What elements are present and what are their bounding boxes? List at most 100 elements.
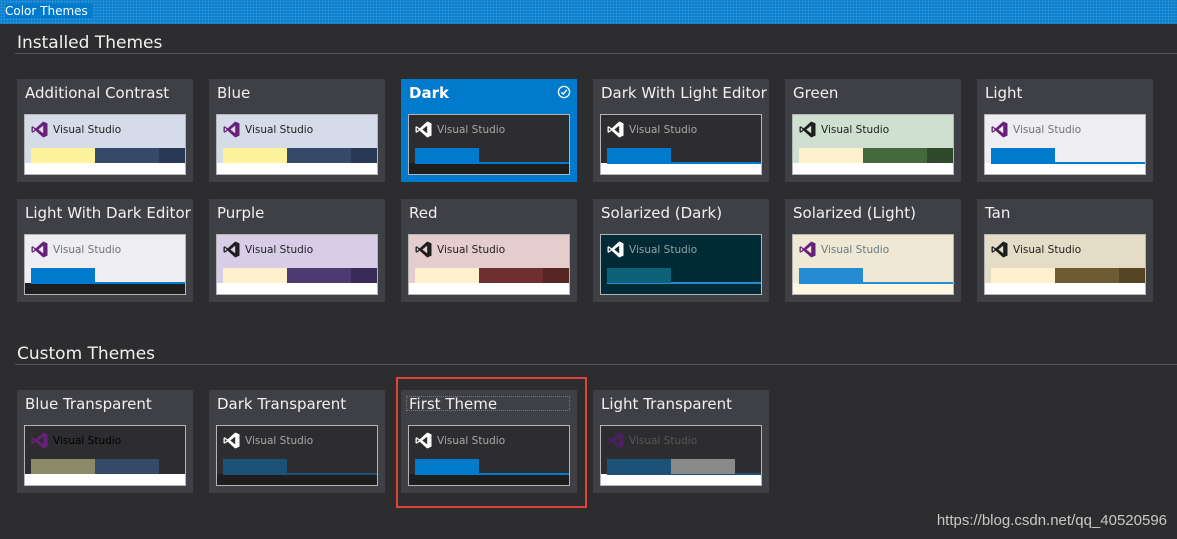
focus-rectangle <box>406 396 570 411</box>
preview-tab-strip <box>927 148 953 163</box>
preview-label: Visual Studio <box>821 244 890 256</box>
preview-tab-active <box>31 148 95 163</box>
preview-tab-inactive <box>863 148 927 163</box>
preview-editor-area <box>793 163 953 174</box>
theme-card-label: Blue Transparent <box>25 395 152 413</box>
preview-editor-area <box>217 474 377 485</box>
theme-card-label: Purple <box>217 204 265 222</box>
preview-label: Visual Studio <box>629 435 698 447</box>
theme-card-solarized-light[interactable]: Solarized (Light) Visual Studio <box>785 199 961 302</box>
preview-tab-inactive <box>95 148 159 163</box>
preview-tab-inactive <box>95 459 159 474</box>
visual-studio-logo-icon <box>415 121 432 138</box>
theme-card-label: Light With Dark Editor <box>25 204 191 222</box>
preview-editor-area <box>409 283 569 294</box>
visual-studio-logo-icon <box>31 432 48 449</box>
theme-preview: Visual Studio <box>984 114 1146 175</box>
theme-card-dark-transparent[interactable]: Dark Transparent Visual Studio <box>209 390 385 493</box>
preview-label: Visual Studio <box>53 435 122 447</box>
theme-preview: Visual Studio <box>984 234 1146 295</box>
preview-tab-active <box>607 268 671 283</box>
visual-studio-logo-icon <box>607 121 624 138</box>
preview-editor-area <box>985 163 1145 174</box>
window-title: Color Themes <box>5 4 92 18</box>
preview-tab-inactive <box>1055 268 1119 283</box>
preview-tab-active <box>799 268 863 283</box>
preview-label: Visual Studio <box>245 244 314 256</box>
theme-card-light-with-dark-editor[interactable]: Light With Dark Editor Visual Studio <box>17 199 193 302</box>
theme-card-purple[interactable]: Purple Visual Studio <box>209 199 385 302</box>
theme-card-light[interactable]: Light Visual Studio <box>977 79 1153 182</box>
visual-studio-logo-icon <box>223 121 240 138</box>
theme-preview: Visual Studio <box>216 114 378 175</box>
preview-tab-inactive <box>287 148 351 163</box>
preview-editor-area <box>25 474 185 485</box>
visual-studio-logo-icon <box>799 241 816 258</box>
theme-card-label: Green <box>793 84 839 102</box>
installed-themes-header: Installed Themes <box>17 33 163 53</box>
theme-preview: Visual Studio <box>600 425 762 486</box>
preview-tab-active <box>991 268 1055 283</box>
theme-card-additional-contrast[interactable]: Additional Contrast Visual Studio <box>17 79 193 182</box>
preview-tab-strip <box>159 148 185 163</box>
theme-card-blue-transparent[interactable]: Blue Transparent Visual Studio <box>17 390 193 493</box>
preview-editor-area <box>793 283 953 294</box>
preview-editor-area <box>985 283 1145 294</box>
visual-studio-logo-icon <box>223 241 240 258</box>
theme-preview: Visual Studio <box>216 234 378 295</box>
theme-card-label: Solarized (Light) <box>793 204 916 222</box>
theme-preview: Visual Studio <box>408 114 570 175</box>
theme-card-label: Red <box>409 204 438 222</box>
preview-tab-active <box>223 148 287 163</box>
preview-tab-inactive <box>671 459 735 474</box>
preview-editor-area <box>601 283 761 294</box>
preview-label: Visual Studio <box>53 244 122 256</box>
theme-card-label: Light <box>985 84 1023 102</box>
preview-tab-active <box>799 148 863 163</box>
preview-tab-active <box>415 268 479 283</box>
visual-studio-logo-icon <box>991 241 1008 258</box>
theme-preview: Visual Studio <box>792 114 954 175</box>
custom-themes-divider <box>15 364 1177 365</box>
preview-tab-strip <box>351 148 377 163</box>
preview-tab-strip <box>351 268 377 283</box>
theme-card-dark-with-light-editor[interactable]: Dark With Light Editor Visual Studio <box>593 79 769 182</box>
theme-card-light-transparent[interactable]: Light Transparent Visual Studio <box>593 390 769 493</box>
preview-editor-area <box>601 163 761 174</box>
theme-card-red[interactable]: Red Visual Studio <box>401 199 577 302</box>
theme-card-tan[interactable]: Tan Visual Studio <box>977 199 1153 302</box>
visual-studio-logo-icon <box>223 432 240 449</box>
theme-card-blue[interactable]: Blue Visual Studio <box>209 79 385 182</box>
preview-editor-area <box>217 283 377 294</box>
installed-themes-divider <box>15 53 1177 54</box>
preview-tab-active <box>223 459 287 474</box>
theme-preview: Visual Studio <box>24 114 186 175</box>
theme-card-label: Light Transparent <box>601 395 733 413</box>
preview-label: Visual Studio <box>245 124 314 136</box>
preview-tab-inactive <box>287 268 351 283</box>
preview-tab-strip <box>1119 268 1145 283</box>
preview-tab-active <box>607 148 671 163</box>
theme-preview: Visual Studio <box>600 114 762 175</box>
visual-studio-logo-icon <box>799 121 816 138</box>
theme-card-label: Solarized (Dark) <box>601 204 723 222</box>
theme-card-label: Blue <box>217 84 251 102</box>
visual-studio-logo-icon <box>607 241 624 258</box>
theme-card-dark[interactable]: Dark Visual Studio <box>401 79 577 182</box>
preview-editor-area <box>217 163 377 174</box>
preview-tab-active <box>31 459 95 474</box>
preview-tab-inactive <box>479 268 543 283</box>
preview-label: Visual Studio <box>1013 124 1082 136</box>
visual-studio-logo-icon <box>415 241 432 258</box>
preview-tab-active <box>415 148 479 163</box>
preview-label: Visual Studio <box>1013 244 1082 256</box>
theme-card-label: Dark Transparent <box>217 395 347 413</box>
theme-preview: Visual Studio <box>24 425 186 486</box>
theme-card-solarized-dark[interactable]: Solarized (Dark) Visual Studio <box>593 199 769 302</box>
preview-tab-active <box>31 268 95 283</box>
theme-card-label: Tan <box>985 204 1011 222</box>
theme-card-label: Additional Contrast <box>25 84 170 102</box>
theme-preview: Visual Studio <box>792 234 954 295</box>
theme-card-green[interactable]: Green Visual Studio <box>785 79 961 182</box>
visual-studio-logo-icon <box>31 121 48 138</box>
